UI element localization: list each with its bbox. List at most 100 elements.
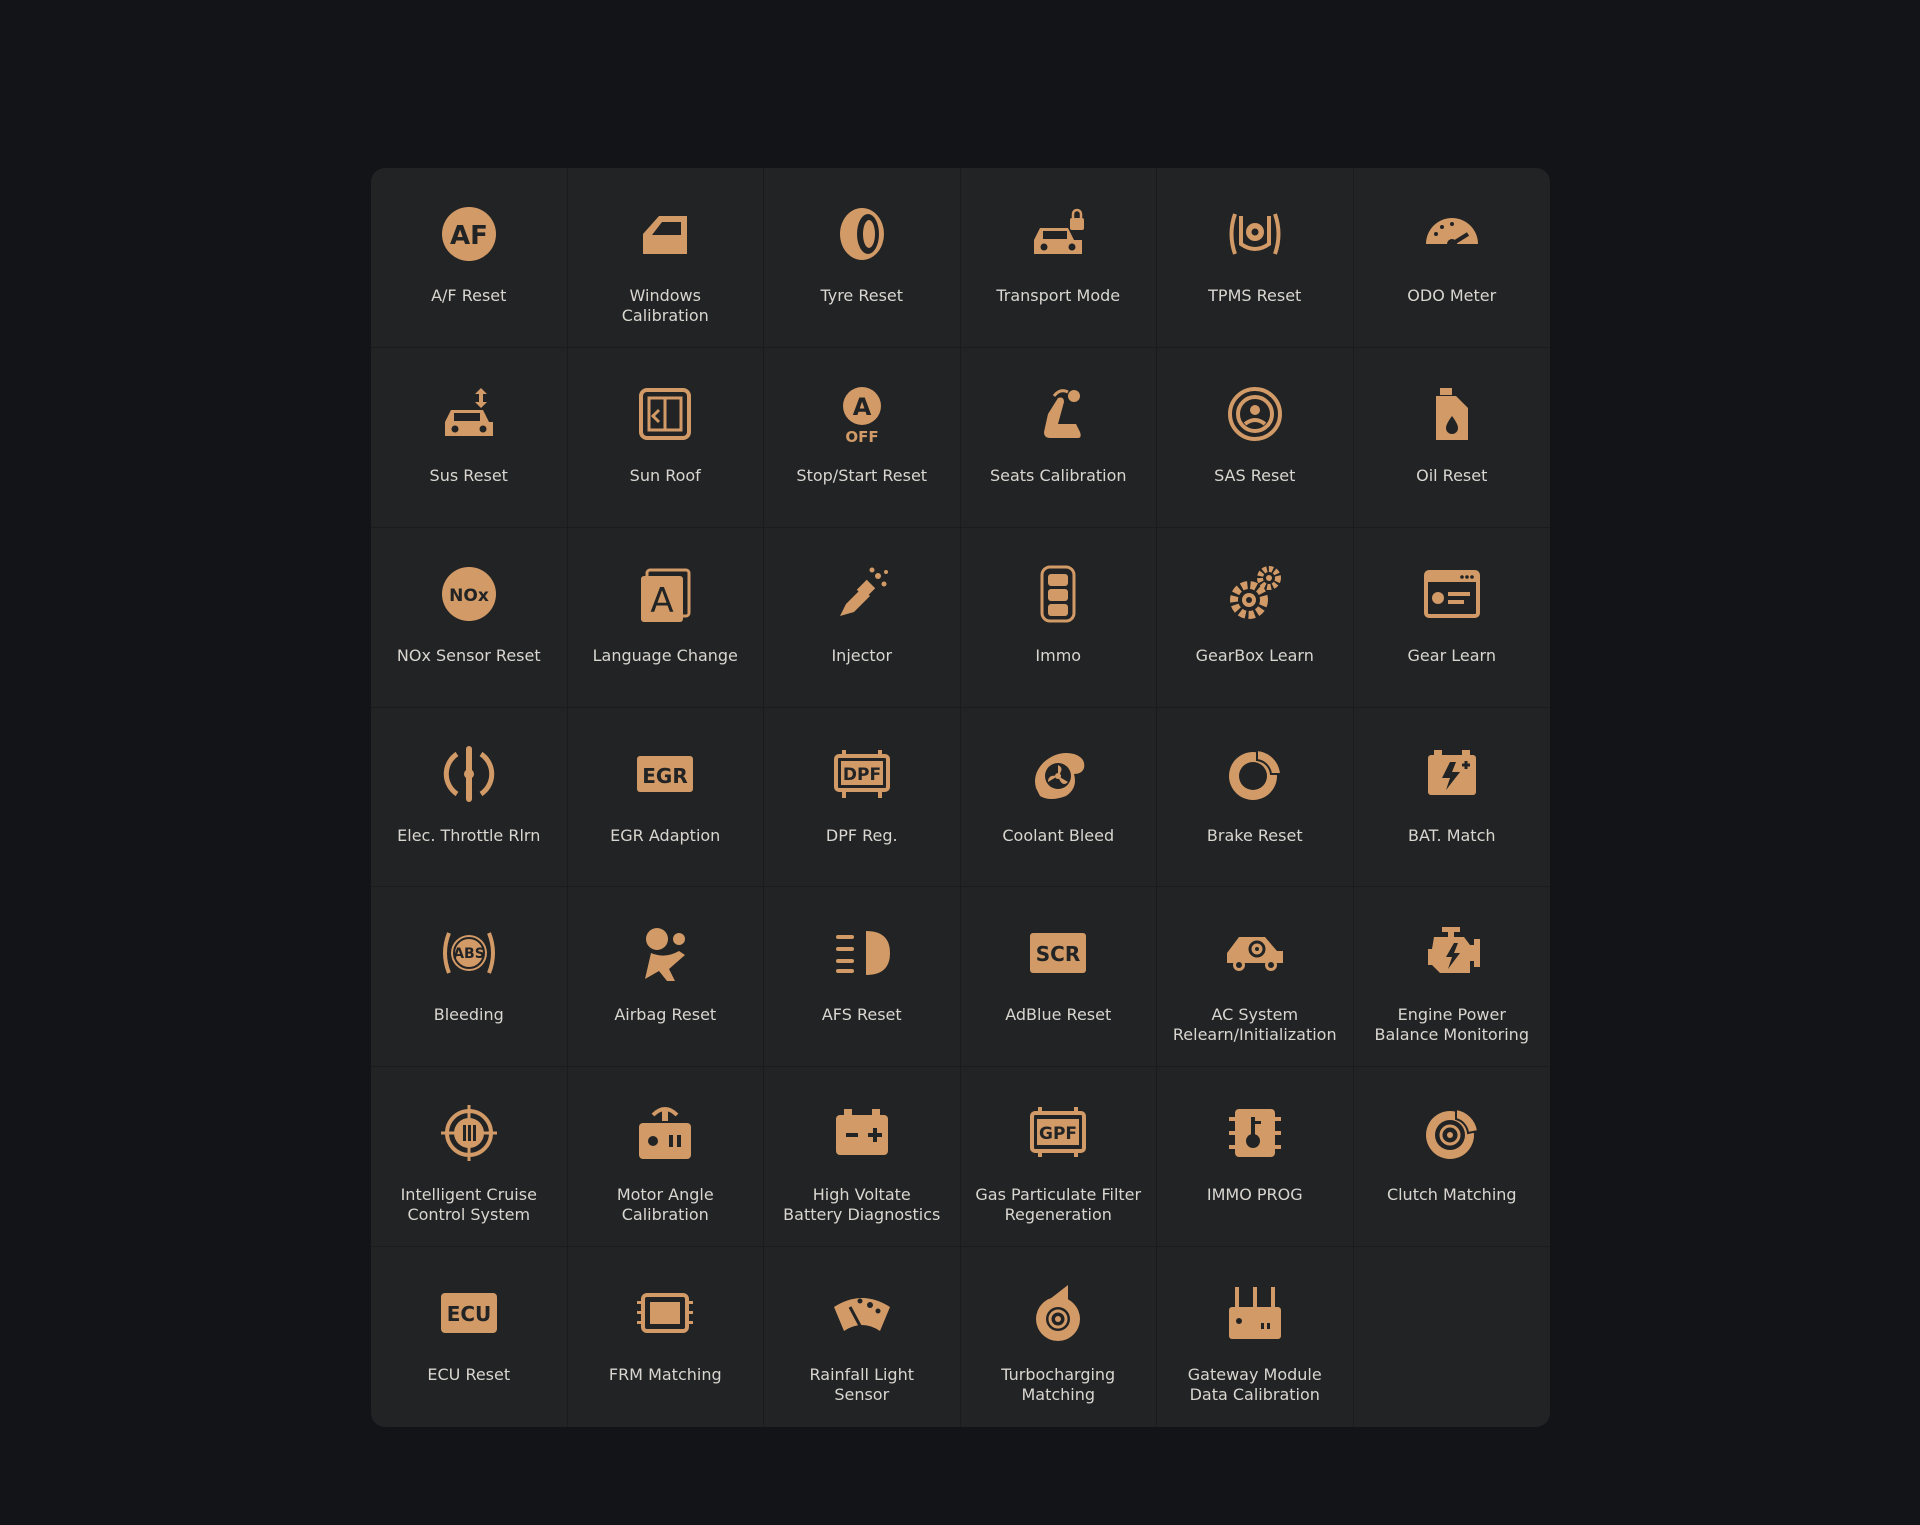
tile-label: Immo xyxy=(1035,645,1082,665)
tile-label: Bleeding xyxy=(433,1005,504,1025)
tile-label: Airbag Reset xyxy=(614,1005,717,1025)
tile-afs-reset[interactable]: AFS Reset xyxy=(764,887,961,1068)
af-icon: AF xyxy=(439,204,499,264)
hv-battery-icon xyxy=(832,1103,892,1163)
auto-off-icon: A OFF xyxy=(832,384,892,444)
tile-motor-angle-calibration[interactable]: Motor Angle Calibration xyxy=(567,1067,764,1248)
tile-tpms-reset[interactable]: TPMS Reset xyxy=(1157,168,1354,348)
tile-gas-particulate-filter-regeneration[interactable]: GPF Gas Particulate Filter Regeneration xyxy=(960,1067,1157,1248)
tile-gear-learn[interactable]: Gear Learn xyxy=(1353,528,1550,708)
tile-brake-reset[interactable]: Brake Reset xyxy=(1157,707,1354,888)
oil-can-icon xyxy=(1422,384,1482,444)
gpf-icon: GPF xyxy=(1028,1103,1088,1163)
tile-adblue-reset[interactable]: SCR AdBlue Reset xyxy=(960,887,1157,1068)
tpms-icon xyxy=(1225,204,1285,264)
motor-icon xyxy=(635,1103,695,1163)
svg-text:DPF: DPF xyxy=(843,765,881,785)
svg-text:EGR: EGR xyxy=(643,764,688,788)
tile-engine-power-balance-monitoring[interactable]: Engine Power Balance Monitoring xyxy=(1353,887,1550,1068)
tile-label: ECU Reset xyxy=(427,1365,511,1385)
tile-label: Rainfall Light Sensor xyxy=(809,1365,915,1405)
headlight-icon xyxy=(832,923,892,983)
tile-label: EGR Adaption xyxy=(610,825,721,845)
tile-label: Coolant Bleed xyxy=(1002,825,1115,845)
tile-bat-match[interactable]: BAT. Match xyxy=(1353,708,1550,888)
empty-cell xyxy=(1354,1247,1551,1427)
tile-label: A/F Reset xyxy=(431,286,507,305)
tile-oil-reset[interactable]: Oil Reset xyxy=(1353,348,1550,528)
tile-stop-start-reset[interactable]: A OFF Stop/Start Reset xyxy=(764,347,961,528)
tile-tyre-reset[interactable]: Tyre Reset xyxy=(764,168,961,348)
tile-sus-reset[interactable]: Sus Reset xyxy=(371,347,568,528)
tile-label: NOx Sensor Reset xyxy=(396,645,541,665)
dpf-icon: DPF xyxy=(832,744,892,804)
tile-rainfall-light-sensor[interactable]: Rainfall Light Sensor xyxy=(764,1247,961,1427)
tile-coolant-bleed[interactable]: Coolant Bleed xyxy=(960,707,1157,888)
tile-odo-meter[interactable]: ODO Meter xyxy=(1353,168,1550,348)
engine-icon xyxy=(1422,923,1482,983)
tile-label: SAS Reset xyxy=(1214,465,1296,485)
abs-icon: ABS xyxy=(439,923,499,983)
tile-bleeding[interactable]: ABS Bleeding xyxy=(371,887,568,1068)
tile-label: Windows Calibration xyxy=(621,286,709,325)
tile-immo[interactable]: Immo xyxy=(960,527,1157,708)
tile-turbocharging-matching[interactable]: Turbocharging Matching xyxy=(961,1247,1157,1427)
tile-clutch-matching[interactable]: Clutch Matching xyxy=(1353,1067,1550,1248)
tile-ac-system-relearn-initialization[interactable]: AC System Relearn/Initialization xyxy=(1157,887,1354,1068)
tile-nox-sensor-reset[interactable]: NOx NOx Sensor Reset xyxy=(371,527,568,708)
tile-frm-matching[interactable]: FRM Matching xyxy=(568,1247,764,1427)
tile-label: Gear Learn xyxy=(1407,645,1496,665)
scr-icon: SCR xyxy=(1028,923,1088,983)
tile-transport-mode[interactable]: Transport Mode xyxy=(960,168,1157,348)
tile-label: TPMS Reset xyxy=(1208,286,1302,305)
tile-label: Turbocharging Matching xyxy=(1001,1365,1116,1405)
tile-label: Sun Roof xyxy=(629,465,701,485)
cruise-control-icon xyxy=(439,1103,499,1163)
turbo-icon xyxy=(1028,1283,1088,1343)
ecu-icon: ECU xyxy=(439,1283,499,1343)
language-icon: A xyxy=(635,564,695,624)
tile-ecu-reset[interactable]: ECU ECU Reset xyxy=(371,1247,568,1427)
svg-text:ABS: ABS xyxy=(453,946,485,962)
tile-high-voltate-battery-diagnostics[interactable]: High Voltate Battery Diagnostics xyxy=(764,1067,961,1248)
tile-label: Motor Angle Calibration xyxy=(616,1185,714,1225)
tile-sun-roof[interactable]: Sun Roof xyxy=(567,347,764,528)
tyre-icon xyxy=(832,204,892,264)
airbag-icon xyxy=(635,923,695,983)
tile-elec-throttle-rlrn[interactable]: Elec. Throttle Rlrn xyxy=(371,707,568,888)
svg-text:OFF: OFF xyxy=(845,428,878,444)
tile-injector[interactable]: Injector xyxy=(764,527,961,708)
tile-label: DPF Reg. xyxy=(825,825,898,845)
svg-text:A: A xyxy=(651,581,674,621)
tile-gateway-module-data-calibration[interactable]: Gateway Module Data Calibration xyxy=(1157,1247,1354,1427)
tile-seats-calibration[interactable]: Seats Calibration xyxy=(960,347,1157,528)
svg-text:A: A xyxy=(852,393,871,421)
car-window-icon xyxy=(635,204,695,264)
tile-label: GearBox Learn xyxy=(1195,645,1314,665)
tile-sas-reset[interactable]: SAS Reset xyxy=(1157,347,1354,528)
tile-label: IMMO PROG xyxy=(1206,1185,1303,1205)
tile-immo-prog[interactable]: IMMO PROG xyxy=(1157,1067,1354,1248)
steering-wheel-icon xyxy=(1225,384,1285,444)
car-suspension-icon xyxy=(439,384,499,444)
tile-windows-calibration[interactable]: Windows Calibration xyxy=(567,168,764,348)
svg-text:SCR: SCR xyxy=(1036,942,1080,966)
tile-dpf-reg[interactable]: DPF DPF Reg. xyxy=(764,707,961,888)
tile-airbag-reset[interactable]: Airbag Reset xyxy=(567,887,764,1068)
tile-label: Transport Mode xyxy=(996,286,1121,305)
gateway-icon xyxy=(1225,1283,1285,1343)
frm-module-icon xyxy=(635,1283,695,1343)
tile-label: Tyre Reset xyxy=(820,286,904,305)
svg-text:ECU: ECU xyxy=(446,1302,491,1326)
tile-egr-adaption[interactable]: EGR EGR Adaption xyxy=(567,707,764,888)
function-grid: AF A/F Reset Windows Calibration Tyre Reset… xyxy=(371,168,1550,1427)
tile-label: AdBlue Reset xyxy=(1005,1005,1112,1025)
tile-gearbox-learn[interactable]: GearBox Learn xyxy=(1157,527,1354,708)
egr-icon: EGR xyxy=(635,744,695,804)
tile-language-change[interactable]: A Language Change xyxy=(567,527,764,708)
car-lock-icon xyxy=(1028,204,1088,264)
tile-a-f-reset[interactable]: AF A/F Reset xyxy=(371,168,568,348)
tile-label: Engine Power Balance Monitoring xyxy=(1374,1005,1529,1045)
tile-intelligent-cruise-control-system[interactable]: Intelligent Cruise Control System xyxy=(371,1067,568,1248)
tile-label: Elec. Throttle Rlrn xyxy=(397,825,541,845)
